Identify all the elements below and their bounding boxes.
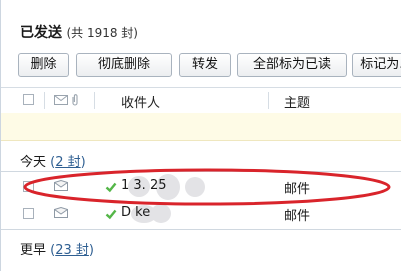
- list-header: 收件人 主题: [1, 87, 401, 114]
- column-divider: [94, 92, 95, 109]
- recipient-text: 1 3. 25: [121, 178, 167, 193]
- envelope-icon: [54, 207, 68, 218]
- row-checkbox[interactable]: [23, 181, 34, 192]
- group-divider: [1, 171, 401, 172]
- group-earlier-header: 更早 (23 封): [20, 239, 94, 258]
- mail-list-panel: 已发送 (共 1918 封) 删除 彻底删除 转发 全部标为已读 标记为... …: [0, 0, 401, 271]
- attachment-icon: [72, 94, 78, 106]
- recipient-text: D ke: [121, 205, 151, 220]
- paren-close: ): [80, 155, 86, 170]
- column-divider: [268, 92, 269, 109]
- group-today-count-link[interactable]: 2 封: [55, 155, 80, 170]
- mark-as-dropdown[interactable]: 标记为...: [352, 53, 401, 77]
- sent-check-icon: [105, 182, 117, 193]
- redaction-blur: [185, 177, 205, 197]
- group-today-label: 今天: [20, 155, 47, 170]
- message-row[interactable]: D ke 邮件: [1, 201, 401, 227]
- redaction-blur: [151, 204, 171, 223]
- purge-button[interactable]: 彻底删除: [76, 53, 172, 77]
- group-today-header: 今天 (2 封): [20, 151, 86, 170]
- message-row[interactable]: 1 3. 25 邮件: [1, 174, 401, 200]
- notice-bar: [1, 113, 401, 141]
- envelope-icon: [54, 180, 68, 191]
- subject-text: 邮件: [284, 209, 311, 224]
- envelope-icon: [54, 95, 68, 105]
- recipient-column-header[interactable]: 收件人: [121, 92, 160, 111]
- group-earlier-count-link[interactable]: 23 封: [55, 243, 89, 258]
- group-divider: [1, 229, 401, 230]
- subject-text: 邮件: [284, 182, 311, 197]
- mark-all-read-button[interactable]: 全部标为已读: [237, 53, 347, 77]
- subject-column-header[interactable]: 主题: [284, 92, 310, 111]
- paren-close: ): [88, 243, 94, 258]
- select-all-checkbox[interactable]: [23, 94, 34, 105]
- forward-button[interactable]: 转发: [179, 53, 231, 77]
- folder-header: 已发送 (共 1918 封): [20, 22, 138, 42]
- delete-button[interactable]: 删除: [18, 53, 69, 77]
- header-icons: [54, 94, 78, 106]
- row-checkbox[interactable]: [23, 208, 34, 219]
- folder-count: (共 1918 封): [66, 26, 138, 40]
- folder-title: 已发送: [20, 25, 62, 41]
- group-earlier-label: 更早: [20, 243, 47, 258]
- column-divider: [44, 92, 45, 109]
- sent-check-icon: [105, 209, 117, 220]
